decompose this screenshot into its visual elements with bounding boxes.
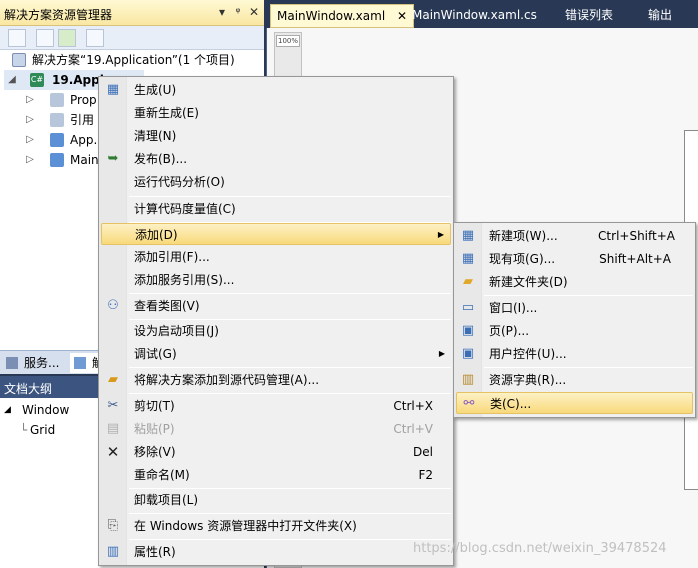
menu-item-rebuild[interactable]: 重新生成(E) [101, 102, 451, 124]
tab-server-explorer[interactable]: 服务... [2, 353, 65, 373]
submenu-item-new-folder[interactable]: ▰ 新建文件夹(D) [456, 271, 693, 293]
tab-error-list[interactable]: 错误列表 [559, 4, 619, 28]
menu-item-view-class-diagram[interactable]: ⚇ 查看类图(V) [101, 295, 451, 317]
add-submenu: ▦ 新建项(W)... Ctrl+Shift+A ▦ 现有项(G)... Shi… [453, 222, 696, 418]
menu-item-rename[interactable]: 重命名(M) F2 [101, 464, 451, 486]
expanded-arrow-icon[interactable]: ◢ [4, 400, 11, 420]
menu-item-paste: ▤ 粘贴(P) Ctrl+V [106, 421, 433, 436]
properties-icon: ▥ [106, 544, 120, 559]
refresh-icon[interactable] [58, 29, 76, 47]
zoom-level-label: 100% [276, 35, 300, 47]
menu-separator [129, 367, 451, 368]
solution-explorer-title: 解决方案资源管理器 [4, 8, 113, 22]
menu-item-build[interactable]: ▦ 生成(U) [101, 79, 451, 101]
existing-item-icon: ▦ [461, 251, 475, 266]
menu-item-add-service-reference[interactable]: 添加服务引用(S)... [101, 269, 451, 291]
submenu-item-new-item[interactable]: ▦ 新建项(W)... Ctrl+Shift+A [456, 225, 693, 247]
solution-explorer-toolbar [0, 26, 264, 50]
publish-icon: ➥ [107, 151, 119, 166]
menu-item-unload-project[interactable]: 卸载项目(L) [101, 489, 451, 511]
show-all-files-icon[interactable] [36, 29, 54, 47]
xaml-file-icon [50, 153, 64, 167]
menu-item-add-reference[interactable]: 添加引用(F)... [101, 246, 451, 268]
menu-separator [484, 367, 693, 368]
window-icon: ▭ [461, 300, 475, 315]
solution-icon [12, 53, 26, 67]
server-icon [6, 357, 18, 369]
references-icon [50, 113, 64, 127]
build-icon: ▦ [106, 82, 120, 97]
submenu-item-existing-item[interactable]: ▦ 现有项(G)... Shift+Alt+A [456, 248, 693, 270]
collapsed-arrow-icon[interactable]: ▷ [24, 110, 36, 130]
csharp-project-icon: C# [30, 73, 44, 87]
submenu-item-resource-dictionary[interactable]: ▥ 资源字典(R)... [456, 369, 693, 391]
new-item-icon: ▦ [461, 228, 475, 243]
remove-icon: ✕ [106, 443, 120, 461]
collapsed-arrow-icon[interactable]: ▷ [24, 90, 36, 110]
outline-root-label: Window [22, 403, 70, 417]
menu-item-properties[interactable]: ▥ 属性(R) [101, 541, 451, 563]
view-class-diagram-icon[interactable] [86, 29, 104, 47]
user-control-icon: ▣ [461, 346, 475, 361]
resource-dictionary-icon: ▥ [461, 372, 475, 387]
menu-separator [129, 293, 451, 294]
project-label: 19.Appl [52, 73, 104, 87]
menu-item-debug[interactable]: 调试(G) ▶ [101, 343, 451, 365]
collapsed-arrow-icon[interactable]: ▷ [24, 150, 36, 170]
solution-explorer-titlebar: 解决方案资源管理器 ▾ ᵠ ✕ [0, 0, 264, 26]
menu-item-code-analysis[interactable]: 运行代码分析(O) [101, 171, 451, 193]
submenu-item-window[interactable]: ▭ 窗口(I)... [456, 297, 693, 319]
outline-child-label: Grid [30, 423, 56, 437]
menu-separator [484, 295, 693, 296]
collapsed-arrow-icon[interactable]: ▷ [24, 130, 36, 150]
class-diagram-icon: ⚇ [107, 298, 119, 313]
properties-folder-icon [50, 93, 64, 107]
project-context-menu: ▦ 生成(U) 重新生成(E) 清理(N) ➥ 发布(B)... 运行代码分析(… [98, 76, 454, 566]
new-folder-icon: ▰ [463, 274, 473, 289]
watermark-text: https://blog.csdn.net/weixin_39478524 [413, 541, 667, 556]
tab-mainwindow-xaml-cs[interactable]: MainWindow.xaml.cs [406, 4, 543, 28]
solution-tab-icon [74, 357, 86, 369]
submenu-item-class[interactable]: ⚯ 类(C)... [456, 392, 693, 414]
menu-separator [129, 513, 451, 514]
class-icon: ⚯ [463, 396, 475, 411]
cut-icon: ✂ [107, 398, 119, 413]
editor-tab-strip: MainWindow.xaml ✕ MainWindow.xaml.cs 错误列… [266, 0, 698, 28]
tree-item-label: 引用 [70, 113, 95, 127]
menu-item-publish[interactable]: ➥ 发布(B)... [101, 148, 451, 170]
close-icon[interactable]: ✕ [246, 4, 262, 20]
submenu-item-page[interactable]: ▣ 页(P)... [456, 320, 693, 342]
tree-item-label: App. [70, 133, 98, 147]
document-outline-title: 文档大纲 [4, 382, 53, 396]
tab-output[interactable]: 输出 [642, 4, 678, 28]
menu-item-code-metrics[interactable]: 计算代码度量值(C) [101, 198, 451, 220]
menu-item-add-to-source-control[interactable]: ▰ 将解决方案添加到源代码管理(A)... [101, 369, 451, 391]
page-icon: ▣ [461, 323, 475, 338]
source-control-icon: ▰ [108, 372, 118, 387]
dropdown-icon[interactable]: ▾ [214, 4, 230, 20]
submenu-arrow-icon: ▶ [437, 230, 444, 239]
xaml-file-icon [50, 133, 64, 147]
properties-toolbar-icon[interactable] [8, 29, 26, 47]
paste-icon: ▤ [106, 421, 120, 436]
submenu-item-user-control[interactable]: ▣ 用户控件(U)... [456, 343, 693, 365]
solution-label: 解决方案“19.Application”(1 个项目) [32, 53, 235, 67]
pin-icon[interactable]: ᵠ [230, 4, 246, 20]
tab-mainwindow-xaml[interactable]: MainWindow.xaml ✕ [270, 4, 415, 28]
expanded-arrow-icon[interactable]: ◢ [6, 70, 18, 90]
tree-item-label: Main [70, 153, 99, 167]
tree-item-label: Prop [70, 93, 97, 107]
menu-item-cut[interactable]: ✂ 剪切(T) Ctrl+X [101, 395, 451, 417]
menu-separator [129, 539, 451, 540]
open-folder-icon: ⎘ [107, 518, 119, 533]
menu-item-set-startup[interactable]: 设为启动项目(J) [101, 320, 451, 342]
menu-separator [129, 196, 451, 197]
menu-item-open-folder[interactable]: ⎘ 在 Windows 资源管理器中打开文件夹(X) [101, 515, 451, 537]
menu-separator [129, 393, 451, 394]
menu-item-add[interactable]: 添加(D) ▶ [101, 223, 451, 245]
submenu-arrow-icon: ▶ [438, 349, 445, 358]
tree-connector-icon: └ [20, 423, 28, 437]
menu-item-clean[interactable]: 清理(N) [101, 125, 451, 147]
menu-item-remove[interactable]: ✕ 移除(V) Del [101, 441, 451, 463]
